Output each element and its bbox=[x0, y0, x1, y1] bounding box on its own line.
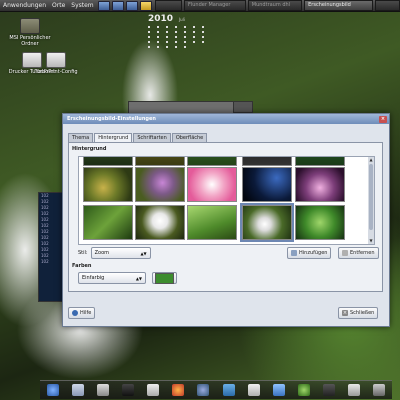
add-button[interactable]: Hinzufügen bbox=[287, 247, 332, 259]
taskbar-item-3[interactable]: Mundtraum dhl bbox=[247, 0, 303, 11]
chevron-down-icon: ▲▼ bbox=[135, 275, 142, 281]
desktop-icon-label: MSI bbox=[9, 35, 19, 41]
style-select-value: Zoom bbox=[94, 250, 110, 256]
style-select[interactable]: Zoom ▲▼ bbox=[90, 247, 151, 259]
document-icon[interactable] bbox=[147, 384, 160, 396]
tab-oberflaeche[interactable]: Oberfläche bbox=[171, 133, 208, 142]
menu-anwendungen[interactable]: Anwendungen bbox=[0, 2, 49, 9]
color-mode-select[interactable]: Einfarbig ▲▼ bbox=[78, 272, 146, 284]
color-picker-button[interactable] bbox=[152, 272, 177, 284]
wallpaper-scrollbar[interactable]: ▲ ▼ bbox=[368, 157, 374, 244]
calendar-year: 2010 bbox=[148, 14, 174, 24]
trash-icon[interactable] bbox=[348, 384, 361, 396]
network-icon[interactable] bbox=[197, 384, 210, 396]
calendar-grid bbox=[148, 26, 211, 48]
help-button[interactable]: Hilfe bbox=[68, 307, 96, 319]
wallpaper-grid: ▲ ▼ bbox=[78, 156, 375, 245]
remove-button-label: Entfernen bbox=[350, 250, 375, 256]
wallpaper-thumb[interactable] bbox=[83, 157, 133, 166]
remove-icon bbox=[342, 250, 348, 256]
background-window-controls[interactable] bbox=[233, 101, 253, 113]
browser-launcher-icon[interactable] bbox=[97, 0, 110, 11]
wallpaper-thumb[interactable] bbox=[135, 167, 185, 202]
terminal-icon[interactable] bbox=[121, 384, 134, 396]
home-icon[interactable] bbox=[71, 384, 84, 396]
calendar-month: Juli bbox=[178, 17, 185, 22]
wallpaper-thumb[interactable] bbox=[135, 157, 185, 166]
wallpaper-thumb[interactable] bbox=[187, 205, 237, 240]
tab-schriftarten[interactable]: Schriftarten bbox=[133, 133, 171, 142]
desktop-icon-home[interactable]: MSI Persönlicher Ordner bbox=[0, 18, 60, 47]
wallpaper-thumb[interactable] bbox=[295, 205, 345, 240]
tab-panel-hintergrund: Hintergrund ▲ ▼ Stil: Zoom ▲▼ Hinzufügen… bbox=[68, 142, 383, 292]
add-button-label: Hinzufügen bbox=[299, 250, 328, 256]
editor-icon[interactable] bbox=[247, 384, 260, 396]
wallpaper-thumb[interactable] bbox=[242, 167, 292, 202]
appearance-dialog: Erscheinungsbild-Einstellungen × Thema H… bbox=[62, 113, 390, 327]
wallpaper-thumb[interactable] bbox=[295, 157, 345, 166]
add-icon bbox=[291, 250, 297, 256]
chat-icon[interactable] bbox=[272, 384, 285, 396]
desktop-icon-turboprint[interactable]: TurboPrint-Config bbox=[26, 52, 86, 75]
help-icon bbox=[72, 310, 78, 316]
colors-row: Einfarbig ▲▼ bbox=[78, 272, 177, 284]
wallpaper-thumb[interactable] bbox=[295, 167, 345, 202]
chevron-down-icon: ▲▼ bbox=[140, 250, 147, 256]
calendar-widget: 2010 Juli bbox=[148, 14, 211, 48]
scroll-up-icon[interactable]: ▲ bbox=[368, 157, 374, 163]
files-launcher-icon[interactable] bbox=[126, 0, 139, 11]
dialog-title: Erscheinungsbild-Einstellungen bbox=[67, 116, 156, 122]
menu-orte[interactable]: Orte bbox=[49, 2, 68, 9]
tab-thema[interactable]: Thema bbox=[68, 133, 94, 142]
desktop-icon-sublabel: Persönlicher Ordner bbox=[19, 35, 51, 47]
folder-icon bbox=[20, 18, 40, 34]
notes-launcher-icon[interactable] bbox=[140, 0, 153, 11]
media-icon[interactable] bbox=[172, 384, 185, 396]
wallpaper-thumb[interactable] bbox=[83, 205, 133, 240]
taskbar-item-5[interactable] bbox=[375, 0, 400, 11]
remove-button[interactable]: Entfernen bbox=[338, 247, 379, 259]
wallpaper-thumb[interactable] bbox=[83, 167, 133, 202]
printer-icon bbox=[46, 52, 66, 68]
wallpaper-thumb-selected[interactable] bbox=[240, 203, 294, 242]
settings-icon[interactable] bbox=[323, 384, 336, 396]
wallpaper-thumb[interactable] bbox=[187, 167, 237, 202]
mail-icon[interactable] bbox=[222, 384, 235, 396]
color-swatch bbox=[155, 272, 174, 284]
close-icon[interactable]: × bbox=[379, 115, 387, 123]
top-panel: Anwendungen Orte System Flunder Manager … bbox=[0, 0, 400, 12]
mail-launcher-icon[interactable] bbox=[111, 0, 125, 11]
game-icon[interactable] bbox=[297, 384, 310, 396]
section-title-farben: Farben bbox=[72, 263, 92, 269]
camera-icon[interactable] bbox=[373, 384, 386, 396]
wallpaper-thumb[interactable] bbox=[242, 157, 292, 166]
tab-bar: Thema Hintergrund Schriftarten Oberfläch… bbox=[68, 133, 208, 142]
menu-system[interactable]: System bbox=[68, 2, 96, 9]
wallpaper-thumb[interactable] bbox=[135, 205, 185, 240]
dialog-titlebar[interactable]: Erscheinungsbild-Einstellungen × bbox=[63, 114, 389, 124]
taskbar-item-1[interactable] bbox=[155, 0, 182, 11]
tab-hintergrund[interactable]: Hintergrund bbox=[94, 133, 133, 142]
files-icon[interactable] bbox=[96, 384, 109, 396]
section-title-hintergrund: Hintergrund bbox=[72, 146, 107, 152]
taskbar-item-appearance[interactable]: Erscheinungsbild bbox=[304, 0, 374, 11]
taskbar-item-2[interactable]: Flunder Manager bbox=[184, 0, 246, 11]
wallpaper-thumb[interactable] bbox=[187, 157, 237, 166]
style-label: Stil: bbox=[78, 250, 88, 256]
close-icon: × bbox=[342, 310, 348, 316]
scrollbar-thumb[interactable] bbox=[369, 164, 373, 230]
desktop-icon-label: TurboPrint-Config bbox=[34, 69, 78, 75]
close-button-label: Schließen bbox=[350, 310, 375, 316]
close-button[interactable]: × Schließen bbox=[338, 307, 379, 319]
style-row: Stil: Zoom ▲▼ bbox=[78, 247, 151, 259]
bottom-dock bbox=[40, 380, 392, 399]
color-mode-value: Einfarbig bbox=[82, 275, 105, 281]
scroll-down-icon[interactable]: ▼ bbox=[368, 238, 374, 244]
browser-icon[interactable] bbox=[46, 384, 59, 396]
help-button-label: Hilfe bbox=[80, 310, 92, 316]
